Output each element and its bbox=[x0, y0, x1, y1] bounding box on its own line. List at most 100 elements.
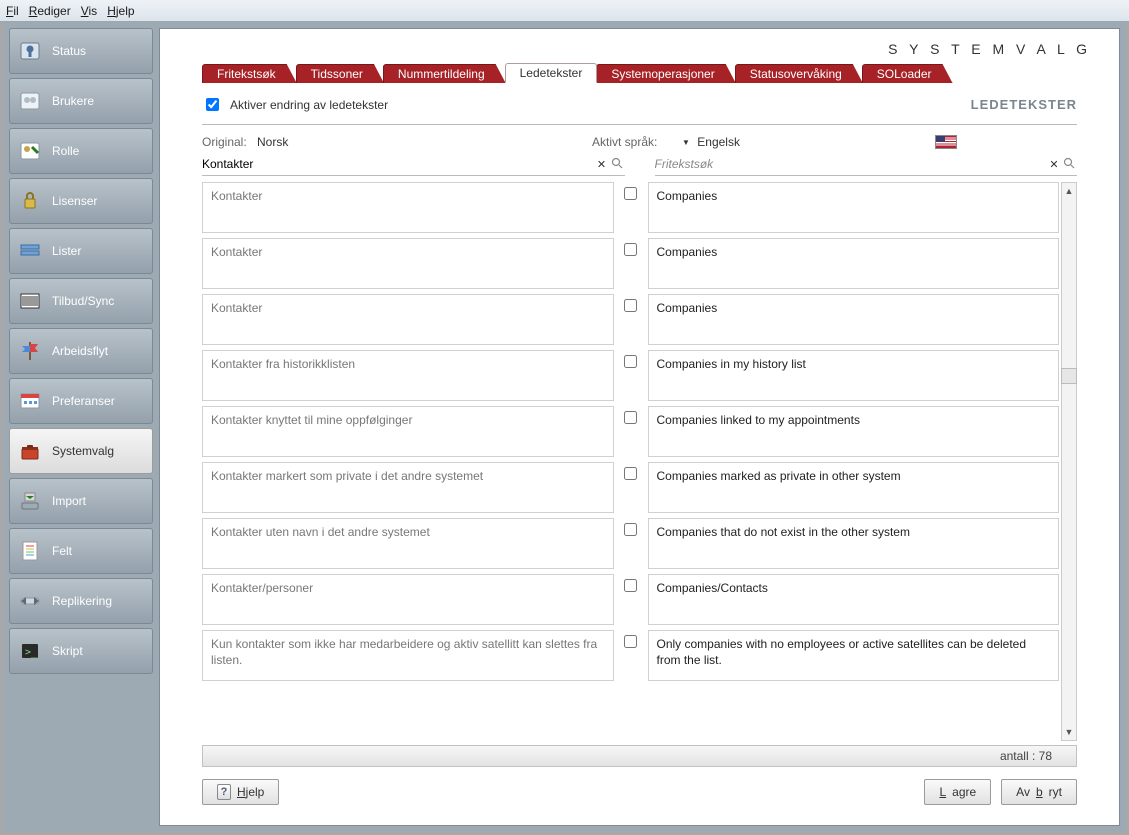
sidebar-item-label: Brukere bbox=[52, 94, 94, 108]
original-text-cell[interactable]: Kontakter bbox=[202, 238, 614, 289]
table-row: Kontakter/personer Companies/Contacts bbox=[202, 574, 1059, 625]
enable-edit-label: Aktiver endring av ledetekster bbox=[230, 98, 388, 112]
sidebar-item-label: Lisenser bbox=[52, 194, 97, 208]
table-row: Kun kontakter som ikke har medarbeidere … bbox=[202, 630, 1059, 681]
tab-soloader[interactable]: SOLoader bbox=[862, 64, 953, 83]
translation-text-cell[interactable]: Companies bbox=[648, 238, 1060, 289]
sidebar-item-import[interactable]: Import bbox=[9, 478, 153, 524]
row-checkbox[interactable] bbox=[624, 243, 637, 256]
translation-text-cell[interactable]: Companies/Contacts bbox=[648, 574, 1060, 625]
sidebar-item-skript[interactable]: >_Skript bbox=[9, 628, 153, 674]
row-checkbox[interactable] bbox=[624, 635, 637, 648]
original-text-cell[interactable]: Kontakter bbox=[202, 294, 614, 345]
search-translation-input[interactable] bbox=[655, 155, 1048, 173]
tab-systemoperasjoner[interactable]: Systemoperasjoner bbox=[596, 64, 735, 83]
search-original: ✕ bbox=[202, 155, 625, 176]
row-count: antall : 78 bbox=[1000, 749, 1052, 763]
sidebar-icon bbox=[18, 539, 42, 563]
sidebar-item-status[interactable]: Status bbox=[9, 28, 153, 74]
status-bar: antall : 78 bbox=[202, 745, 1077, 767]
chevron-down-icon: ▼ bbox=[682, 138, 690, 147]
original-label: Original: bbox=[202, 135, 257, 149]
sidebar-item-lisenser[interactable]: Lisenser bbox=[9, 178, 153, 224]
tab-statusoverv-king[interactable]: Statusovervåking bbox=[735, 64, 863, 83]
flag-us-icon bbox=[935, 135, 957, 149]
table-row: Kontakter knyttet til mine oppfølginger C… bbox=[202, 406, 1059, 457]
translation-text-cell[interactable]: Companies in my history list bbox=[648, 350, 1060, 401]
scroll-down-icon[interactable]: ▼ bbox=[1062, 724, 1076, 740]
sidebar-item-tilbud-sync[interactable]: Tilbud/Sync bbox=[9, 278, 153, 324]
sidebar-item-lister[interactable]: Lister bbox=[9, 228, 153, 274]
original-text-cell[interactable]: Kontakter knyttet til mine oppfølginger bbox=[202, 406, 614, 457]
sidebar-item-brukere[interactable]: Brukere bbox=[9, 78, 153, 124]
sidebar-item-label: Tilbud/Sync bbox=[52, 294, 114, 308]
scroll-up-icon[interactable]: ▲ bbox=[1062, 183, 1076, 199]
tab-nummertildeling[interactable]: Nummertildeling bbox=[383, 64, 506, 83]
table-row: Kontakter Companies bbox=[202, 294, 1059, 345]
original-text-cell[interactable]: Kontakter/personer bbox=[202, 574, 614, 625]
translation-text-cell[interactable]: Companies that do not exist in the other… bbox=[648, 518, 1060, 569]
sidebar-icon bbox=[18, 339, 42, 363]
original-text-cell[interactable]: Kun kontakter som ikke har medarbeidere … bbox=[202, 630, 614, 681]
sidebar-item-label: Preferanser bbox=[52, 394, 115, 408]
table-row: Kontakter markert som private i det andr… bbox=[202, 462, 1059, 513]
sidebar-icon bbox=[18, 139, 42, 163]
row-checkbox[interactable] bbox=[624, 411, 637, 424]
search-icon[interactable] bbox=[1061, 157, 1077, 172]
menu-file[interactable]: Fil bbox=[6, 4, 19, 18]
row-checkbox[interactable] bbox=[624, 467, 637, 480]
help-icon: ? bbox=[217, 784, 231, 800]
sidebar-item-rolle[interactable]: Rolle bbox=[9, 128, 153, 174]
original-text-cell[interactable]: Kontakter uten navn i det andre systemet bbox=[202, 518, 614, 569]
sidebar-icon bbox=[18, 89, 42, 113]
row-checkbox[interactable] bbox=[624, 523, 637, 536]
tab-fritekstsøk[interactable]: Fritekstsøk bbox=[202, 64, 297, 83]
panel-title: LEDETEKSTER bbox=[971, 97, 1077, 112]
tab-tidssoner[interactable]: Tidssoner bbox=[296, 64, 384, 83]
enable-edit-checkbox-row: Aktiver endring av ledetekster bbox=[202, 95, 388, 114]
active-lang-label: Aktivt språk: bbox=[592, 135, 682, 149]
original-text-cell[interactable]: Kontakter bbox=[202, 182, 614, 233]
sidebar-item-felt[interactable]: Felt bbox=[9, 528, 153, 574]
search-icon[interactable] bbox=[609, 157, 625, 172]
search-original-input[interactable] bbox=[202, 155, 595, 173]
original-text-cell[interactable]: Kontakter fra historikklisten bbox=[202, 350, 614, 401]
original-text-cell[interactable]: Kontakter markert som private i det andr… bbox=[202, 462, 614, 513]
tab-ledetekster[interactable]: Ledetekster bbox=[505, 63, 598, 83]
row-checkbox[interactable] bbox=[624, 579, 637, 592]
cancel-button[interactable]: Avbryt bbox=[1001, 779, 1077, 805]
clear-original-icon[interactable]: ✕ bbox=[595, 158, 609, 171]
active-lang-dropdown[interactable]: ▼ Engelsk bbox=[682, 135, 935, 149]
sidebar-item-replikering[interactable]: Replikering bbox=[9, 578, 153, 624]
sidebar-item-label: Systemvalg bbox=[52, 444, 114, 458]
sidebar-item-label: Felt bbox=[52, 544, 72, 558]
help-button[interactable]: ? Hjelp bbox=[202, 779, 279, 805]
scroll-marker bbox=[1061, 368, 1077, 384]
sidebar-icon bbox=[18, 589, 42, 613]
translation-text-cell[interactable]: Companies bbox=[648, 182, 1060, 233]
sidebar-icon: >_ bbox=[18, 639, 42, 663]
menu-edit[interactable]: Rediger bbox=[29, 4, 71, 18]
sidebar-item-arbeidsflyt[interactable]: Arbeidsflyt bbox=[9, 328, 153, 374]
sidebar-icon bbox=[18, 289, 42, 313]
row-checkbox[interactable] bbox=[624, 187, 637, 200]
clear-translation-icon[interactable]: ✕ bbox=[1047, 158, 1061, 171]
sidebar-item-systemvalg[interactable]: Systemvalg bbox=[9, 428, 153, 474]
menu-view[interactable]: Vis bbox=[81, 4, 97, 18]
vertical-scrollbar[interactable]: ▲ ▼ bbox=[1061, 182, 1077, 741]
row-checkbox[interactable] bbox=[624, 299, 637, 312]
table-row: Kontakter Companies bbox=[202, 182, 1059, 233]
sidebar-icon bbox=[18, 389, 42, 413]
save-button[interactable]: Lagre bbox=[924, 779, 991, 805]
translation-text-cell[interactable]: Companies marked as private in other sys… bbox=[648, 462, 1060, 513]
translation-text-cell[interactable]: Companies linked to my appointments bbox=[648, 406, 1060, 457]
enable-edit-checkbox[interactable] bbox=[206, 98, 219, 111]
menu-help[interactable]: Hjelp bbox=[107, 4, 134, 18]
translation-text-cell[interactable]: Only companies with no employees or acti… bbox=[648, 630, 1060, 681]
svg-text:>_: >_ bbox=[25, 647, 38, 658]
table-row: Kontakter fra historikklisten Companies i… bbox=[202, 350, 1059, 401]
row-checkbox[interactable] bbox=[624, 355, 637, 368]
sidebar: Status Brukere Rolle Lisenser Lister Tilbud/S… bbox=[9, 28, 153, 826]
translation-text-cell[interactable]: Companies bbox=[648, 294, 1060, 345]
sidebar-item-preferanser[interactable]: Preferanser bbox=[9, 378, 153, 424]
